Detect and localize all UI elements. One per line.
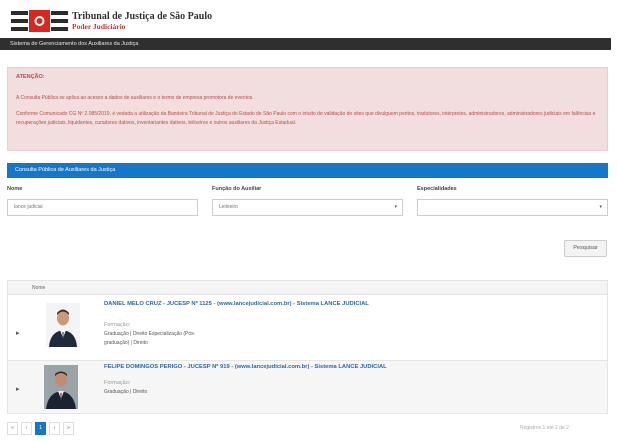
prev-page-button[interactable]: ‹ [21,422,32,435]
chevron-down-icon: ▾ [599,204,602,210]
specialties-label: Especialidades [417,186,457,192]
formation-label: Formação: [104,380,131,386]
tjsp-logo [11,10,68,32]
panel-title: Consulta Pública de Auxiliares da Justiç… [7,163,608,178]
auxiliary-name-link[interactable]: DANIEL MELO CRUZ - JUCESP Nº 1125 - (www… [104,301,369,307]
table-row[interactable]: ▸ FELIPE DOMINGOS PERIGO - JUCESP Nº 919… [8,361,607,414]
function-select[interactable]: Leiloeiro ▾ [212,199,403,216]
results-table: Nome ▸ DANIEL MELO CRUZ - JUCESP Nº 1125… [7,280,608,414]
formation-label: Formação: [104,322,131,328]
alert-text-line1: A Consulta Pública se aplica ao acesso a… [16,95,254,101]
function-label: Função do Auxiliar [212,186,262,192]
court-subtitle: Poder Judiciário [72,22,126,31]
records-count: Registros 1 até 2 de 2 [520,425,569,431]
formation-text: Graduação | Direito Especialização (Pós- [104,331,196,337]
table-header: Nome [8,281,607,295]
page-1-button[interactable]: 1 [35,422,46,435]
auxiliary-photo [44,365,78,409]
column-header-name[interactable]: Nome [32,285,45,291]
attention-alert: ATENÇÃO: A Consulta Pública se aplica ao… [7,67,608,151]
site-header: Tribunal de Justiça de São Paulo Poder J… [0,0,618,36]
search-button[interactable]: Pesquisar [564,240,607,257]
next-page-button[interactable]: › [49,422,60,435]
expand-row-icon[interactable]: ▸ [16,329,20,337]
expand-row-icon[interactable]: ▸ [16,385,20,393]
first-page-button[interactable]: « [7,422,18,435]
chevron-down-icon: ▾ [394,204,397,210]
last-page-button[interactable]: » [63,422,74,435]
formation-text: Graduação | Direito [104,389,148,395]
name-label: Nome [7,186,23,192]
name-input[interactable]: lance judicial [7,199,198,216]
table-row[interactable]: ▸ DANIEL MELO CRUZ - JUCESP Nº 1125 - (w… [8,295,607,361]
court-name: Tribunal de Justiça de São Paulo [72,11,213,22]
system-title-bar: Sistema de Gerenciamento dos Auxiliares … [0,38,611,50]
function-select-value: Leiloeiro [219,204,238,210]
auxiliary-photo [46,303,80,347]
alert-text-line2: Conforme Comunicado CG Nº 2.085/2019, é … [16,111,596,126]
formation-text-cont: graduação) | Direito [104,340,148,346]
specialties-select[interactable]: ▾ [417,199,608,216]
alert-title: ATENÇÃO: [16,74,45,80]
auxiliary-name-link[interactable]: FELIPE DOMINGOS PERIGO - JUCESP Nº 919 -… [104,364,387,370]
